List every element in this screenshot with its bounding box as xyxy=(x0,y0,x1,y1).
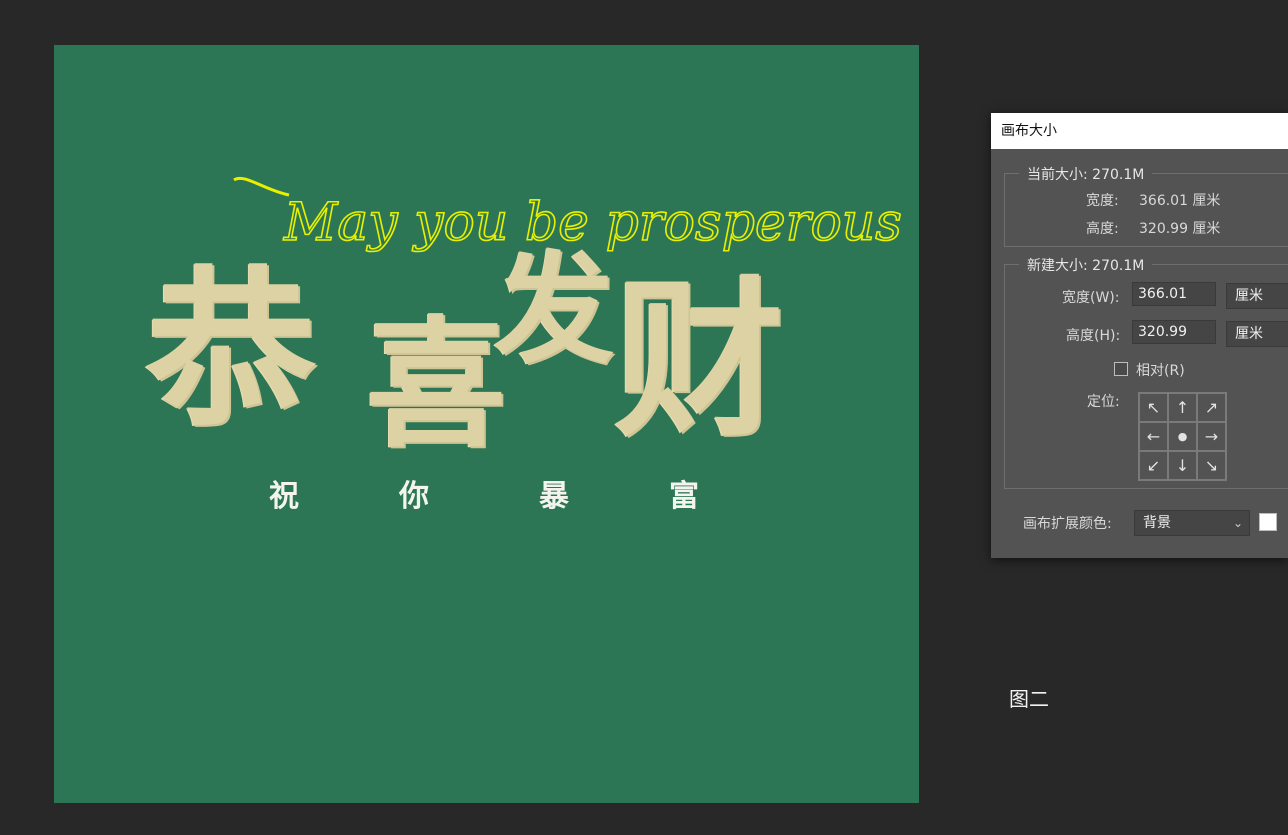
width-input[interactable]: 366.01 xyxy=(1132,282,1216,306)
new-height-label: 高度(H): xyxy=(1066,328,1121,344)
current-width-label: 宽度: xyxy=(1086,193,1119,209)
anchor-top-left[interactable]: ↖ xyxy=(1139,393,1168,422)
calligraphy-char-1: 恭 xyxy=(146,250,317,450)
current-size-label: 当前大小: 270.1M xyxy=(1019,164,1153,184)
anchor-bottom-left[interactable]: ↙ xyxy=(1139,451,1168,480)
canvas-size-dialog: 画布大小 当前大小: 270.1M 宽度: 366.01 厘米 高度: 320.… xyxy=(991,113,1288,558)
calligraphy-char-3: 发 xyxy=(494,239,614,380)
sub-char-1: 祝 xyxy=(269,479,299,514)
relative-label[interactable]: 相对(R) xyxy=(1136,360,1185,380)
anchor-right[interactable]: → xyxy=(1197,422,1226,451)
chevron-down-icon: ⌄ xyxy=(1232,516,1243,530)
figure-caption: 图二 xyxy=(1009,687,1049,711)
relative-checkbox[interactable] xyxy=(1114,362,1128,376)
sub-char-4: 富 xyxy=(669,479,699,514)
height-input[interactable]: 320.99 xyxy=(1132,320,1216,344)
anchor-top-right[interactable]: ↗ xyxy=(1197,393,1226,422)
new-size-label: 新建大小: 270.1M xyxy=(1019,255,1153,275)
current-height-label: 高度: xyxy=(1086,221,1119,237)
anchor-grid: ↖ ↑ ↗ ← ● → ↙ ↓ ↘ xyxy=(1138,392,1227,481)
extension-color-label: 画布扩展颜色: xyxy=(1023,516,1112,532)
new-width-label: 宽度(W): xyxy=(1062,290,1120,306)
anchor-top[interactable]: ↑ xyxy=(1168,393,1197,422)
calligraphy-char-2: 喜 xyxy=(366,303,507,467)
extension-color-value: 背景 xyxy=(1143,515,1171,531)
document-canvas[interactable]: May you be prosperous 恭 喜 发 财 祝 你 暴 富 xyxy=(54,45,919,803)
anchor-bottom-right[interactable]: ↘ xyxy=(1197,451,1226,480)
anchor-label: 定位: xyxy=(1087,394,1120,410)
sub-char-2: 你 xyxy=(399,479,429,514)
anchor-center[interactable]: ● xyxy=(1168,422,1197,451)
current-width-value: 366.01 厘米 xyxy=(1139,193,1221,209)
anchor-bottom[interactable]: ↓ xyxy=(1168,451,1197,480)
anchor-left[interactable]: ← xyxy=(1139,422,1168,451)
width-unit-select[interactable]: 厘米 xyxy=(1226,283,1288,309)
extension-color-select[interactable]: 背景 ⌄ xyxy=(1134,510,1250,536)
height-unit-select[interactable]: 厘米 xyxy=(1226,321,1288,347)
calligraphy-char-4: 财 xyxy=(614,260,785,460)
sub-char-3: 暴 xyxy=(539,479,569,514)
current-height-value: 320.99 厘米 xyxy=(1139,221,1221,237)
dialog-title[interactable]: 画布大小 xyxy=(991,113,1288,149)
extension-color-swatch[interactable] xyxy=(1259,513,1277,531)
